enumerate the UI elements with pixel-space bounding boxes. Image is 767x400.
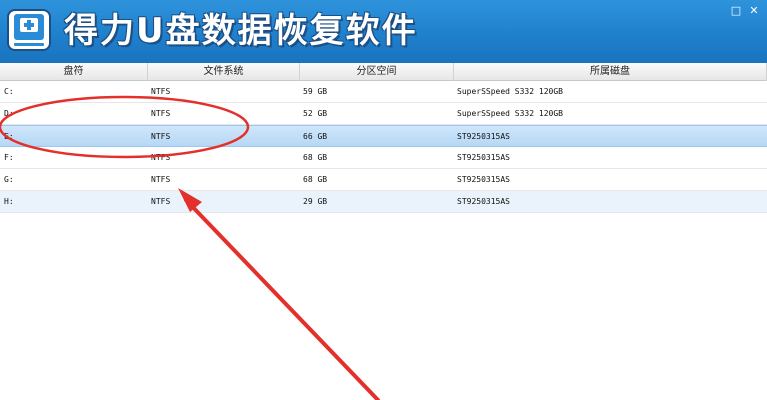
cell-size: 52 GB <box>303 109 328 118</box>
cell-filesystem: NTFS <box>151 153 171 162</box>
usb-drive-icon <box>7 9 51 51</box>
pointer-arrow-shaft <box>184 198 380 400</box>
cell-size: 66 GB <box>303 131 328 141</box>
cell-size: 68 GB <box>303 175 328 184</box>
table-row[interactable]: G: NTFS 68 GB ST9250315AS <box>0 169 767 191</box>
partition-list: C: NTFS 59 GB SuperSSpeed S332 120GB D: … <box>0 81 767 213</box>
cell-disk: ST9250315AS <box>457 153 510 162</box>
cell-drive: C: <box>4 87 14 96</box>
column-header-drive[interactable]: 盘符 <box>0 63 148 81</box>
cell-drive: E: <box>4 131 14 141</box>
close-button[interactable]: ✕ <box>747 4 761 18</box>
cell-disk: ST9250315AS <box>457 175 510 184</box>
cell-size: 68 GB <box>303 153 328 162</box>
title-bar: 得力U盘数据恢复软件 □ ✕ <box>0 0 767 63</box>
table-row[interactable]: D: NTFS 52 GB SuperSSpeed S332 120GB <box>0 103 767 125</box>
column-header-filesystem[interactable]: 文件系统 <box>148 63 300 81</box>
table-header: 盘符 文件系统 分区空间 所属磁盘 <box>0 63 767 81</box>
cell-filesystem: NTFS <box>151 109 171 118</box>
table-row[interactable]: H: NTFS 29 GB ST9250315AS <box>0 191 767 213</box>
cell-drive: G: <box>4 175 14 184</box>
column-header-size[interactable]: 分区空间 <box>300 63 454 81</box>
cell-drive: F: <box>4 153 14 162</box>
window-controls: □ ✕ <box>729 4 761 18</box>
cell-filesystem: NTFS <box>151 87 171 96</box>
cell-size: 59 GB <box>303 87 328 96</box>
cell-filesystem: NTFS <box>151 175 171 184</box>
cell-drive: D: <box>4 109 14 118</box>
table-row-selected[interactable]: E: NTFS 66 GB ST9250315AS <box>0 125 767 147</box>
cell-filesystem: NTFS <box>151 131 171 141</box>
cell-size: 29 GB <box>303 197 328 206</box>
table-row[interactable]: F: NTFS 68 GB ST9250315AS <box>0 147 767 169</box>
cell-filesystem: NTFS <box>151 197 171 206</box>
column-header-disk[interactable]: 所属磁盘 <box>454 63 767 81</box>
table-row[interactable]: C: NTFS 59 GB SuperSSpeed S332 120GB <box>0 81 767 103</box>
app-title: 得力U盘数据恢复软件 <box>64 11 418 51</box>
cell-disk: ST9250315AS <box>457 131 510 141</box>
maximize-button[interactable]: □ <box>729 4 743 18</box>
cell-disk: SuperSSpeed S332 120GB <box>457 109 563 118</box>
cell-disk: SuperSSpeed S332 120GB <box>457 87 563 96</box>
cell-drive: H: <box>4 197 14 206</box>
cell-disk: ST9250315AS <box>457 197 510 206</box>
